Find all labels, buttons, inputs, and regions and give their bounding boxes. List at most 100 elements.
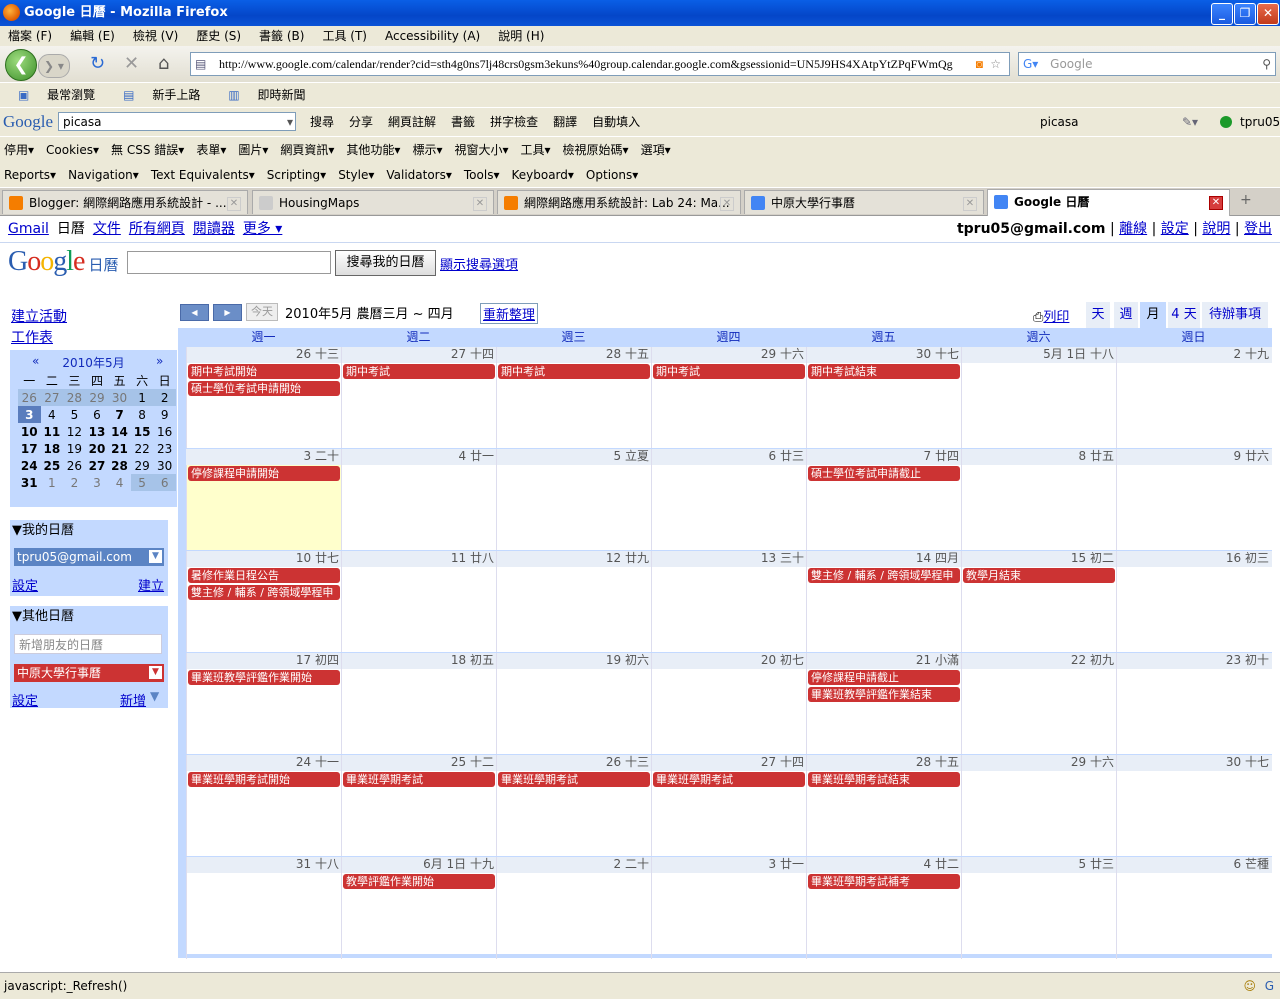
maximize-button[interactable]: ❐ [1234, 3, 1256, 25]
day-number[interactable]: 28 十五 [606, 347, 649, 362]
day-number[interactable]: 6 廿三 [769, 449, 804, 464]
browser-tab-0[interactable]: Blogger: 網際網路應用系統設計 - ... ✕ [2, 190, 248, 214]
refresh-link[interactable]: 重新整理 [480, 303, 539, 324]
tab-close-icon[interactable]: ✕ [473, 197, 487, 211]
day-cell[interactable]: 3 廿一 [651, 857, 807, 959]
minical-day[interactable]: 16 [153, 423, 176, 440]
day-number[interactable]: 3 廿一 [769, 857, 804, 872]
minical-day[interactable]: 1 [41, 474, 64, 491]
day-cell[interactable]: 4 廿一 [341, 449, 497, 551]
bookmark-item-0[interactable]: ▣ 最常瀏覽 [18, 88, 109, 102]
event-chip[interactable]: 碩士學位考試申請開始 [188, 381, 340, 396]
day-number[interactable]: 31 十八 [296, 857, 339, 872]
minical-day[interactable]: 25 [41, 457, 64, 474]
day-number[interactable]: 2 二十 [614, 857, 649, 872]
gtoolbar-button-0[interactable]: 搜尋 [310, 115, 334, 129]
minical-day[interactable]: 5 [130, 474, 154, 491]
devbar-item-2[interactable]: 無 CSS 錯誤▾ [111, 143, 184, 157]
day-cell[interactable]: 26 十三 [186, 347, 342, 449]
accessbar-item-5[interactable]: Validators▾ [386, 168, 452, 182]
day-cell[interactable]: 31 十八 [186, 857, 342, 959]
google-calendar-logo[interactable]: Google 日曆 [8, 246, 118, 278]
minical-day[interactable]: 7 [108, 406, 131, 423]
minimize-button[interactable]: _ [1211, 3, 1233, 25]
devbar-item-0[interactable]: 停用▾ [4, 143, 34, 157]
event-chip[interactable]: 畢業班學期考試 [653, 772, 805, 787]
gtoolbar-button-1[interactable]: 分享 [349, 115, 373, 129]
minical-day[interactable]: 19 [63, 440, 86, 457]
menu-item-2[interactable]: 檢視 (V) [133, 29, 178, 43]
view-tab-2[interactable]: 月 [1140, 302, 1166, 328]
day-number[interactable]: 29 十六 [761, 347, 804, 362]
minical-day[interactable]: 31 [18, 474, 41, 491]
minical-day[interactable]: 18 [41, 440, 64, 457]
gtoolbar-button-7[interactable]: picasa [1040, 108, 1079, 136]
menu-item-3[interactable]: 歷史 (S) [196, 29, 241, 43]
day-number[interactable]: 19 初六 [606, 653, 649, 668]
toolbar-user[interactable]: tpru05 [1240, 108, 1280, 136]
gbar-link-4[interactable]: 閱讀器 [193, 221, 235, 237]
event-chip[interactable]: 期中考試 [653, 364, 805, 379]
minical-day[interactable]: 6 [153, 474, 176, 491]
devbar-item-7[interactable]: 標示▾ [412, 143, 442, 157]
gbar-link-5[interactable]: 更多 ▾ [243, 221, 282, 237]
create-event-link[interactable]: 建立活動 [11, 306, 67, 326]
browser-tab-3[interactable]: 中原大學行事曆 ✕ [744, 190, 984, 214]
minical-day[interactable]: 5 [63, 406, 86, 423]
day-number[interactable]: 5 廿三 [1079, 857, 1114, 872]
day-number[interactable]: 16 初三 [1226, 551, 1269, 566]
day-cell[interactable]: 9 廿六 [1116, 449, 1272, 551]
event-chip[interactable]: 畢業班學期考試補考 [808, 874, 960, 889]
day-cell[interactable]: 27 十四 [651, 755, 807, 857]
url-bar[interactable]: ▤ http://www.google.com/calendar/render?… [190, 52, 1010, 76]
day-number[interactable]: 11 廿八 [451, 551, 494, 566]
day-cell[interactable]: 13 三十 [651, 551, 807, 653]
minical-day[interactable]: 8 [131, 406, 154, 423]
minical-day[interactable]: 21 [108, 440, 131, 457]
menu-item-4[interactable]: 書籤 (B) [259, 29, 304, 43]
day-number[interactable]: 22 初九 [1071, 653, 1114, 668]
minical-day[interactable]: 4 [108, 474, 131, 491]
accessbar-item-3[interactable]: Scripting▾ [267, 168, 326, 182]
day-cell[interactable]: 5月 1日 十八 [961, 347, 1117, 449]
day-number[interactable]: 25 十二 [451, 755, 494, 770]
minical-day[interactable]: 4 [41, 406, 64, 423]
day-number[interactable]: 18 初五 [451, 653, 494, 668]
devbar-item-11[interactable]: 選項▾ [641, 143, 671, 157]
day-cell[interactable]: 22 初九 [961, 653, 1117, 755]
day-number[interactable]: 26 十三 [296, 347, 339, 362]
accessbar-item-2[interactable]: Text Equivalents▾ [151, 168, 255, 182]
gtoolbar-button-5[interactable]: 翻譯 [553, 115, 577, 129]
day-cell[interactable]: 28 十五 [806, 755, 962, 857]
day-cell[interactable]: 2 二十 [496, 857, 652, 959]
minical-day[interactable]: 29 [85, 389, 109, 406]
bookmark-item-1[interactable]: ▤ 新手上路 [123, 88, 214, 102]
wrench-icon[interactable]: ✎▾ [1182, 108, 1198, 136]
day-cell[interactable]: 24 十一 [186, 755, 342, 857]
day-number[interactable]: 30 十七 [916, 347, 959, 362]
accessbar-item-6[interactable]: Tools▾ [464, 168, 500, 182]
view-tab-0[interactable]: 天 [1086, 302, 1110, 328]
day-cell[interactable]: 2 十九 [1116, 347, 1272, 449]
minical-day[interactable]: 6 [86, 406, 109, 423]
next-period-button[interactable]: ▶ [213, 304, 242, 321]
minical-day[interactable]: 15 [131, 423, 154, 440]
minical-day[interactable]: 9 [153, 406, 176, 423]
menu-item-0[interactable]: 檔案 (F) [8, 29, 52, 43]
prev-period-button[interactable]: ◀ [180, 304, 209, 321]
minical-day[interactable]: 28 [63, 389, 86, 406]
my-calendars-title[interactable]: ▼我的日曆 [10, 520, 168, 542]
event-chip[interactable]: 雙主修 / 輔系 / 跨領域學程申 [808, 568, 960, 583]
minical-day[interactable]: 1 [130, 389, 154, 406]
devbar-item-10[interactable]: 檢視原始碼▾ [563, 143, 629, 157]
new-tab-icon[interactable]: + [1240, 192, 1252, 208]
event-chip[interactable]: 畢業班學期考試 [498, 772, 650, 787]
minical-day[interactable]: 12 [63, 423, 86, 440]
event-chip[interactable]: 教學評鑑作業開始 [343, 874, 495, 889]
minical-day[interactable]: 3 [18, 406, 41, 423]
event-chip[interactable]: 期中考試結束 [808, 364, 960, 379]
day-cell[interactable]: 11 廿八 [341, 551, 497, 653]
day-cell[interactable]: 5 廿三 [961, 857, 1117, 959]
day-number[interactable]: 12 廿九 [606, 551, 649, 566]
minical-day[interactable]: 27 [86, 457, 109, 474]
